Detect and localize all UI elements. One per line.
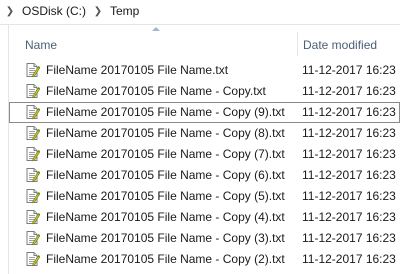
text-file-icon <box>24 209 41 225</box>
text-file-icon <box>24 251 41 267</box>
file-name: FileName 20170105 File Name - Copy (8).t… <box>46 126 285 140</box>
file-date-modified: 11-12-2017 16:23 <box>302 84 396 98</box>
file-row[interactable]: FileName 20170105 File Name - Copy (5).t… <box>9 186 400 207</box>
column-name-header[interactable]: Name <box>25 38 57 52</box>
file-name: FileName 20170105 File Name - Copy (6).t… <box>46 168 285 182</box>
file-date-modified: 11-12-2017 16:23 <box>302 147 396 161</box>
file-date-modified: 11-12-2017 16:23 <box>302 105 396 119</box>
column-header: Name Date modified <box>9 32 400 56</box>
text-file-icon <box>24 167 41 183</box>
file-row[interactable]: FileName 20170105 File Name - Copy.txt 11… <box>9 81 400 102</box>
breadcrumb-item-temp[interactable]: Temp <box>108 4 141 18</box>
file-row[interactable]: FileName 20170105 File Name - Copy (2).t… <box>9 249 400 270</box>
file-row[interactable]: FileName 20170105 File Name - Copy (6).t… <box>9 165 400 186</box>
chevron-right-icon[interactable]: ❯ <box>92 6 104 17</box>
column-divider[interactable] <box>297 32 298 56</box>
file-date-modified: 11-12-2017 16:23 <box>302 63 396 77</box>
file-row[interactable]: FileName 20170105 File Name - Copy (4).t… <box>9 207 400 228</box>
file-row[interactable]: FileName 20170105 File Name.txt 11-12-201… <box>9 60 400 81</box>
file-name: FileName 20170105 File Name - Copy (3).t… <box>46 231 285 245</box>
text-file-icon <box>24 146 41 162</box>
breadcrumb-item-osdisk[interactable]: OSDisk (C:) <box>20 4 88 18</box>
file-explorer-window: ❯ OSDisk (C:) ❯ Temp Name Date modified … <box>0 0 400 274</box>
text-file-icon <box>24 104 41 120</box>
address-bar[interactable]: ❯ OSDisk (C:) ❯ Temp <box>0 0 400 25</box>
file-date-modified: 11-12-2017 16:23 <box>302 231 396 245</box>
text-file-icon <box>24 125 41 141</box>
file-name: FileName 20170105 File Name.txt <box>46 63 229 77</box>
file-name: FileName 20170105 File Name - Copy (7).t… <box>46 147 285 161</box>
text-file-icon <box>24 230 41 246</box>
text-file-icon <box>24 188 41 204</box>
file-name: FileName 20170105 File Name - Copy (2).t… <box>46 252 285 266</box>
file-name: FileName 20170105 File Name - Copy.txt <box>46 84 266 98</box>
file-name: FileName 20170105 File Name - Copy (9).t… <box>46 105 285 119</box>
sort-up-icon <box>152 27 160 31</box>
chevron-right-icon[interactable]: ❯ <box>4 6 16 17</box>
file-list: FileName 20170105 File Name.txt 11-12-201… <box>9 60 400 270</box>
file-row[interactable]: FileName 20170105 File Name - Copy (7).t… <box>9 144 400 165</box>
file-row[interactable]: FileName 20170105 File Name - Copy (8).t… <box>9 123 400 144</box>
file-date-modified: 11-12-2017 16:23 <box>302 126 396 140</box>
file-row[interactable]: FileName 20170105 File Name - Copy (3).t… <box>9 228 400 249</box>
text-file-icon <box>24 83 41 99</box>
file-name: FileName 20170105 File Name - Copy (5).t… <box>46 189 285 203</box>
file-date-modified: 11-12-2017 16:23 <box>302 189 396 203</box>
file-date-modified: 11-12-2017 16:23 <box>302 168 396 182</box>
file-row[interactable]: FileName 20170105 File Name - Copy (9).t… <box>9 102 400 123</box>
file-name: FileName 20170105 File Name - Copy (4).t… <box>46 210 285 224</box>
file-date-modified: 11-12-2017 16:23 <box>302 252 396 266</box>
text-file-icon <box>24 62 41 78</box>
column-date-modified-header[interactable]: Date modified <box>303 38 377 52</box>
breadcrumb: ❯ OSDisk (C:) ❯ Temp <box>0 0 141 22</box>
navigation-pane-edge <box>0 25 9 274</box>
file-date-modified: 11-12-2017 16:23 <box>302 210 396 224</box>
